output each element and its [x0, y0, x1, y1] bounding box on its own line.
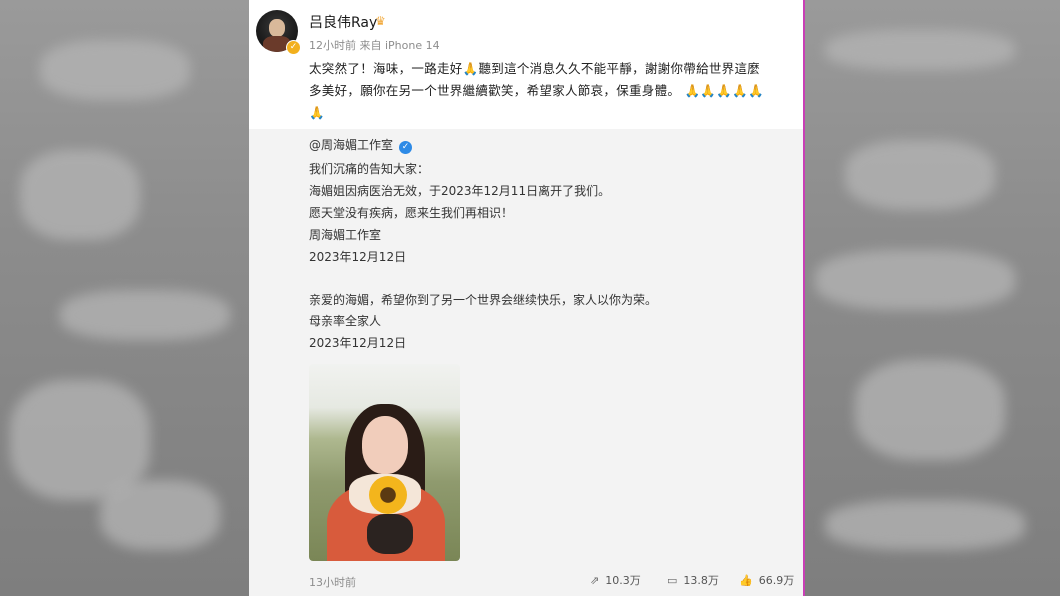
repost-line: 2023年12月12日 [309, 336, 407, 350]
repost-button[interactable]: ⇗ 10.3万 [590, 572, 641, 588]
thumbs-up-icon: 👍 [739, 573, 753, 587]
pray-emoji-icon: 🙏 [700, 83, 717, 98]
like-button[interactable]: 👍 66.9万 [739, 572, 794, 588]
vip-badge-icon: ✓ [286, 40, 301, 55]
comment-icon: ▭ [667, 573, 678, 587]
share-icon: ⇗ [590, 573, 600, 587]
repost-line: 2023年12月12日 [309, 250, 407, 264]
post-text: 太突然了！海味，一路走好🙏聽到這个消息久久不能平靜，謝謝你帶給世界這麼 多美好，… [309, 61, 764, 120]
pray-emoji-icon: 🙏 [716, 83, 733, 98]
repost-photo[interactable] [309, 364, 460, 561]
repost-line: 亲爱的海媚，希望你到了另一个世界会继续快乐，家人以你为荣。 [309, 293, 658, 307]
blurred-background-right [805, 0, 1060, 596]
accent-border [803, 0, 805, 596]
crown-icon: ♛ [375, 14, 386, 28]
pray-emoji-icon: 🙏 [732, 83, 748, 98]
pray-emoji-icon: 🙏 [684, 83, 701, 98]
sunflower [369, 476, 407, 514]
repost-time[interactable]: 13小时前 [309, 574, 356, 590]
pray-emoji-icon: 🙏 [309, 105, 325, 120]
repost-line: 海媚姐因病医治无效，于2023年12月11日离开了我们。 [309, 184, 611, 198]
post-header: ✓ 吕良伟Ray ♛ 12小时前 来自 iPhone 14 太突然了！海味，一路… [249, 0, 803, 129]
blurred-background-left [0, 0, 249, 596]
weibo-post-card: ✓ 吕良伟Ray ♛ 12小时前 来自 iPhone 14 太突然了！海味，一路… [249, 0, 803, 596]
pray-emoji-icon: 🙏 [747, 83, 764, 98]
repost-author[interactable]: @周海媚工作室 [309, 138, 393, 152]
repost-line: 周海媚工作室 [309, 228, 382, 242]
repost-line: 母亲率全家人 [309, 314, 382, 328]
repost-line: 愿天堂没有疾病，愿来生我们再相识！ [309, 206, 514, 220]
pray-emoji-icon: 🙏 [462, 61, 479, 76]
username[interactable]: 吕良伟Ray [309, 12, 377, 32]
post-meta: 12小时前 来自 iPhone 14 [309, 39, 440, 52]
comment-button[interactable]: ▭ 13.8万 [667, 572, 719, 588]
verified-icon: ✓ [399, 141, 413, 154]
repost-line: 我们沉痛的告知大家： [309, 162, 430, 176]
